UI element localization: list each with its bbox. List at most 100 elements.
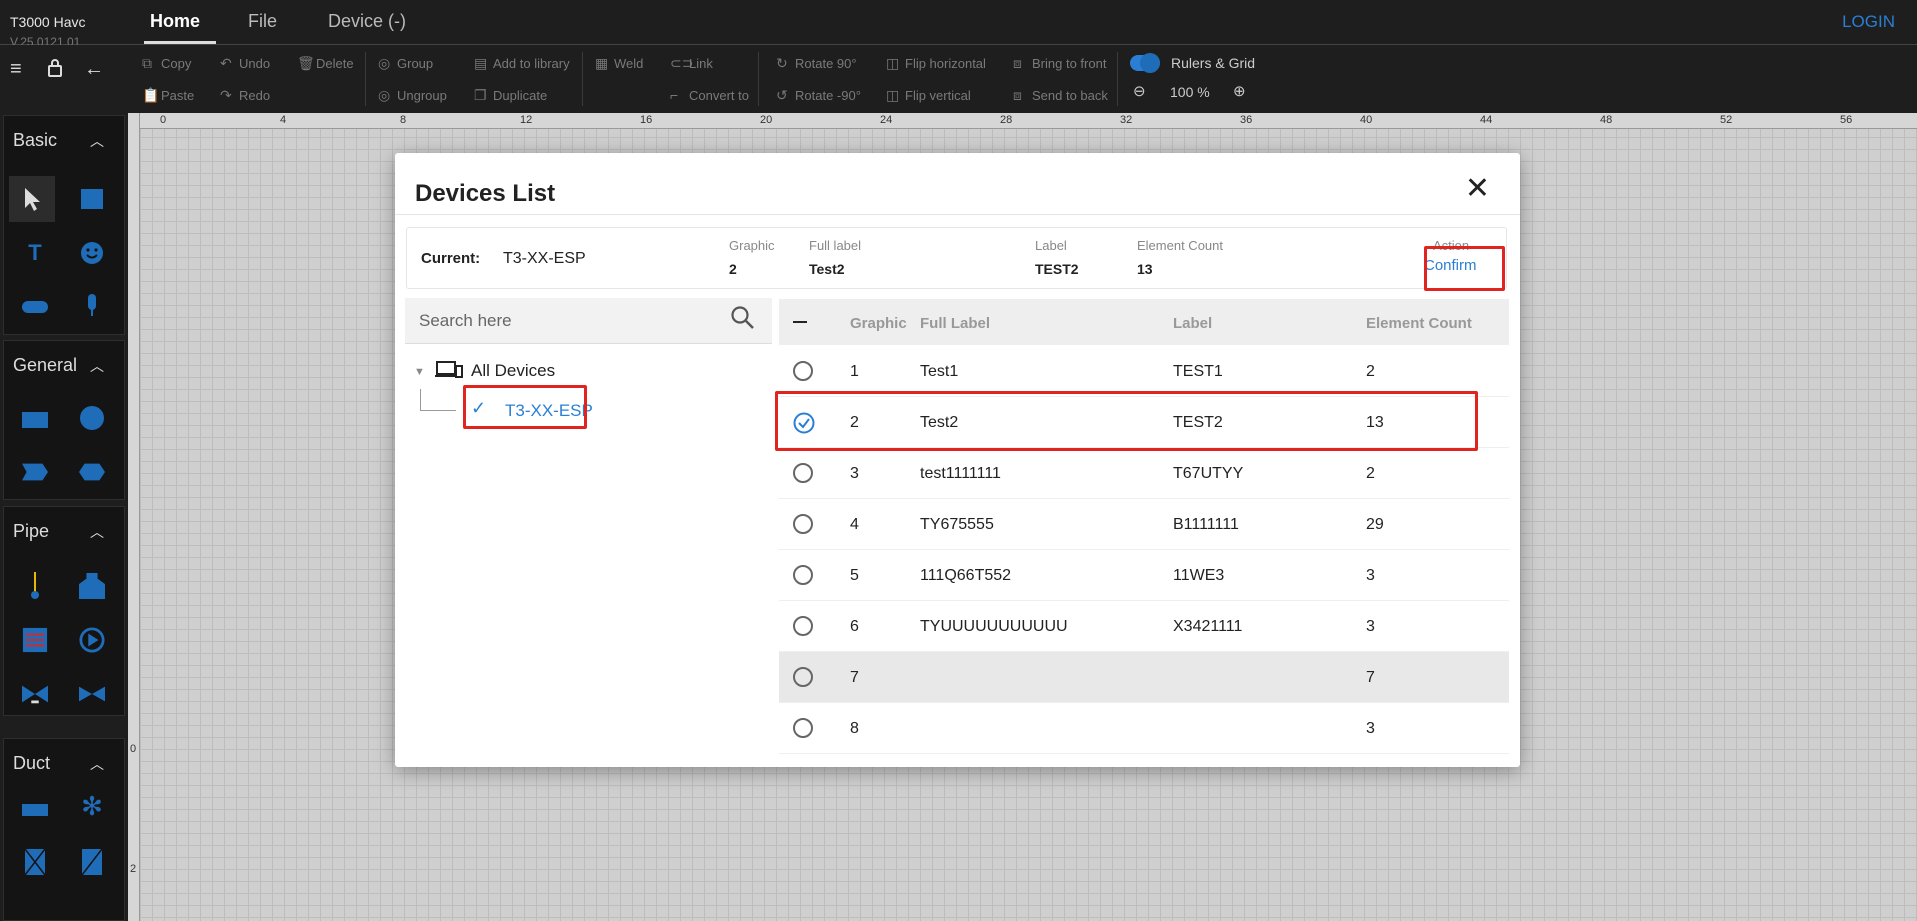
deselect-all-icon[interactable] [793,321,807,323]
chevron-up-icon[interactable]: ︿ [90,131,104,151]
table-row[interactable]: 4 TY675555 B1111111 29 [779,499,1509,550]
hexagon-shape[interactable] [79,459,105,485]
icon-tool[interactable] [79,240,105,266]
butterfly-valve-tool[interactable] [79,681,105,707]
rotate-90-button[interactable]: ↻ Rotate 90° [776,55,857,72]
toggle-icon [22,301,48,313]
panel-pipe: Pipe ︿ [3,506,125,716]
table-row[interactable]: 5 111Q66T552 11WE3 3 [779,550,1509,601]
column-header-graphic[interactable]: Graphic [850,315,907,332]
search-input[interactable] [405,298,772,344]
row-radio[interactable] [793,565,813,585]
ungroup-button[interactable]: ◎ Ungroup [378,87,447,104]
table-row[interactable]: 3 test1111111 T67UTYY 2 [779,448,1509,499]
cell-graphic: 1 [850,363,859,380]
flip-horizontal-button[interactable]: ◫ Flip horizontal [886,55,986,72]
valve-tool[interactable] [22,681,48,707]
rect-shape[interactable] [22,407,48,433]
column-header-element-count[interactable]: Element Count [1366,315,1472,332]
panel-title: Duct [13,753,51,773]
text-icon[interactable]: T [22,240,48,266]
row-radio[interactable] [793,718,813,738]
row-radio[interactable] [793,514,813,534]
switch-tool[interactable] [22,294,48,320]
ungroup-icon: ◎ [378,87,391,103]
cell-label: X3421111 [1173,618,1243,635]
filter-tool[interactable] [79,848,105,876]
flip-vertical-button[interactable]: ◫ Flip vertical [886,87,971,104]
rectangle-icon [81,189,103,209]
chevron-up-icon[interactable]: ︿ [90,356,104,376]
pump-tool[interactable] [79,627,105,653]
panel-basic: Basic ︿ T [3,115,125,335]
row-radio[interactable] [793,616,813,636]
sensor-tool[interactable] [79,292,105,318]
add-to-library-button[interactable]: ▤ Add to library [474,55,570,72]
tab-home[interactable]: Home [150,11,200,32]
ruler-tick-label: 52 [1720,114,1733,126]
current-device-name: T3-XX-ESP [503,250,586,267]
login-button[interactable]: LOGIN [1842,12,1895,32]
zoom-out-icon[interactable]: ⊖ [1133,82,1146,100]
duct-tool[interactable] [22,797,48,823]
heat-exchanger-tool[interactable] [22,627,48,653]
caret-down-icon[interactable]: ▼ [414,366,425,378]
group-button[interactable]: ◎ Group [378,55,433,72]
toolbar-divider [365,52,366,106]
column-header-label[interactable]: Label [1173,315,1212,332]
tree-root-all-devices[interactable]: All Devices [471,361,555,381]
search-icon[interactable] [730,305,756,331]
pointer-tool[interactable] [9,176,55,222]
zoom-level: 100 % [1170,84,1210,100]
circle-shape[interactable] [79,405,105,431]
cell-element-count: 3 [1366,618,1375,635]
chevron-up-icon[interactable]: ︿ [90,522,104,542]
rotate-neg90-button[interactable]: ↺ Rotate -90° [776,87,861,104]
back-arrow-icon[interactable]: ← [84,58,104,81]
table-row[interactable]: 1 Test1 TEST1 2 [779,346,1509,397]
convert-icon: ⌐ [670,87,679,103]
close-icon[interactable]: ✕ [1465,174,1490,204]
copy-button[interactable]: ⧉ Copy [142,55,191,72]
send-to-back-button[interactable]: ⧈ Send to back [1013,87,1108,104]
chevron-shape-icon [22,463,48,481]
row-radio[interactable] [793,667,813,687]
link-button[interactable]: ⊂⊃Link [670,55,713,72]
ruler-tick-label: 44 [1480,114,1493,126]
bring-to-front-button[interactable]: ⧈ Bring to front [1013,55,1106,72]
row-radio[interactable] [793,361,813,381]
duplicate-button[interactable]: ❐ Duplicate [474,87,547,104]
thermometer-tool[interactable] [22,572,48,599]
paste-button[interactable]: 📋 Paste [142,87,194,104]
table-row[interactable]: 6 TYUUUUUUUUUUU X3421111 3 [779,601,1509,652]
fan-icon[interactable]: ✻ [79,791,105,821]
redo-button[interactable]: ↷ Redo [220,87,270,104]
lock-icon[interactable] [47,58,63,84]
delete-button[interactable]: 🗑Delete [297,55,354,72]
sensor-icon [88,294,96,316]
convert-to-button[interactable]: ⌐ Convert to [670,87,749,103]
damper-icon [24,848,46,876]
library-icon: ▤ [474,55,488,71]
tank-tool[interactable] [79,573,105,599]
step-shape[interactable] [22,459,48,485]
rulers-grid-toggle[interactable] [1130,53,1160,73]
send-back-icon: ⧈ [1013,87,1022,103]
link-icon: ⊂⊃ [670,55,694,71]
column-header-full-label[interactable]: Full Label [920,315,990,332]
row-radio[interactable] [793,463,813,483]
zoom-in-icon[interactable]: ⊕ [1233,82,1246,100]
tab-device[interactable]: Device (-) [328,11,406,32]
menu-icon[interactable]: ≡ [10,58,22,81]
table-row[interactable]: 7 7 [779,652,1509,703]
rectangle-tool[interactable] [79,186,105,212]
hexagon-icon [79,463,105,481]
chevron-up-icon[interactable]: ︿ [90,754,104,774]
table-row[interactable]: 8 3 [779,703,1509,754]
tab-file[interactable]: File [248,11,277,32]
flip-horizontal-icon: ◫ [886,55,900,71]
ruler-tick-label: 36 [1240,114,1253,126]
damper-tool[interactable] [22,848,48,876]
undo-button[interactable]: ↶ Undo [220,55,270,72]
weld-button[interactable]: ▦ Weld [595,55,643,72]
